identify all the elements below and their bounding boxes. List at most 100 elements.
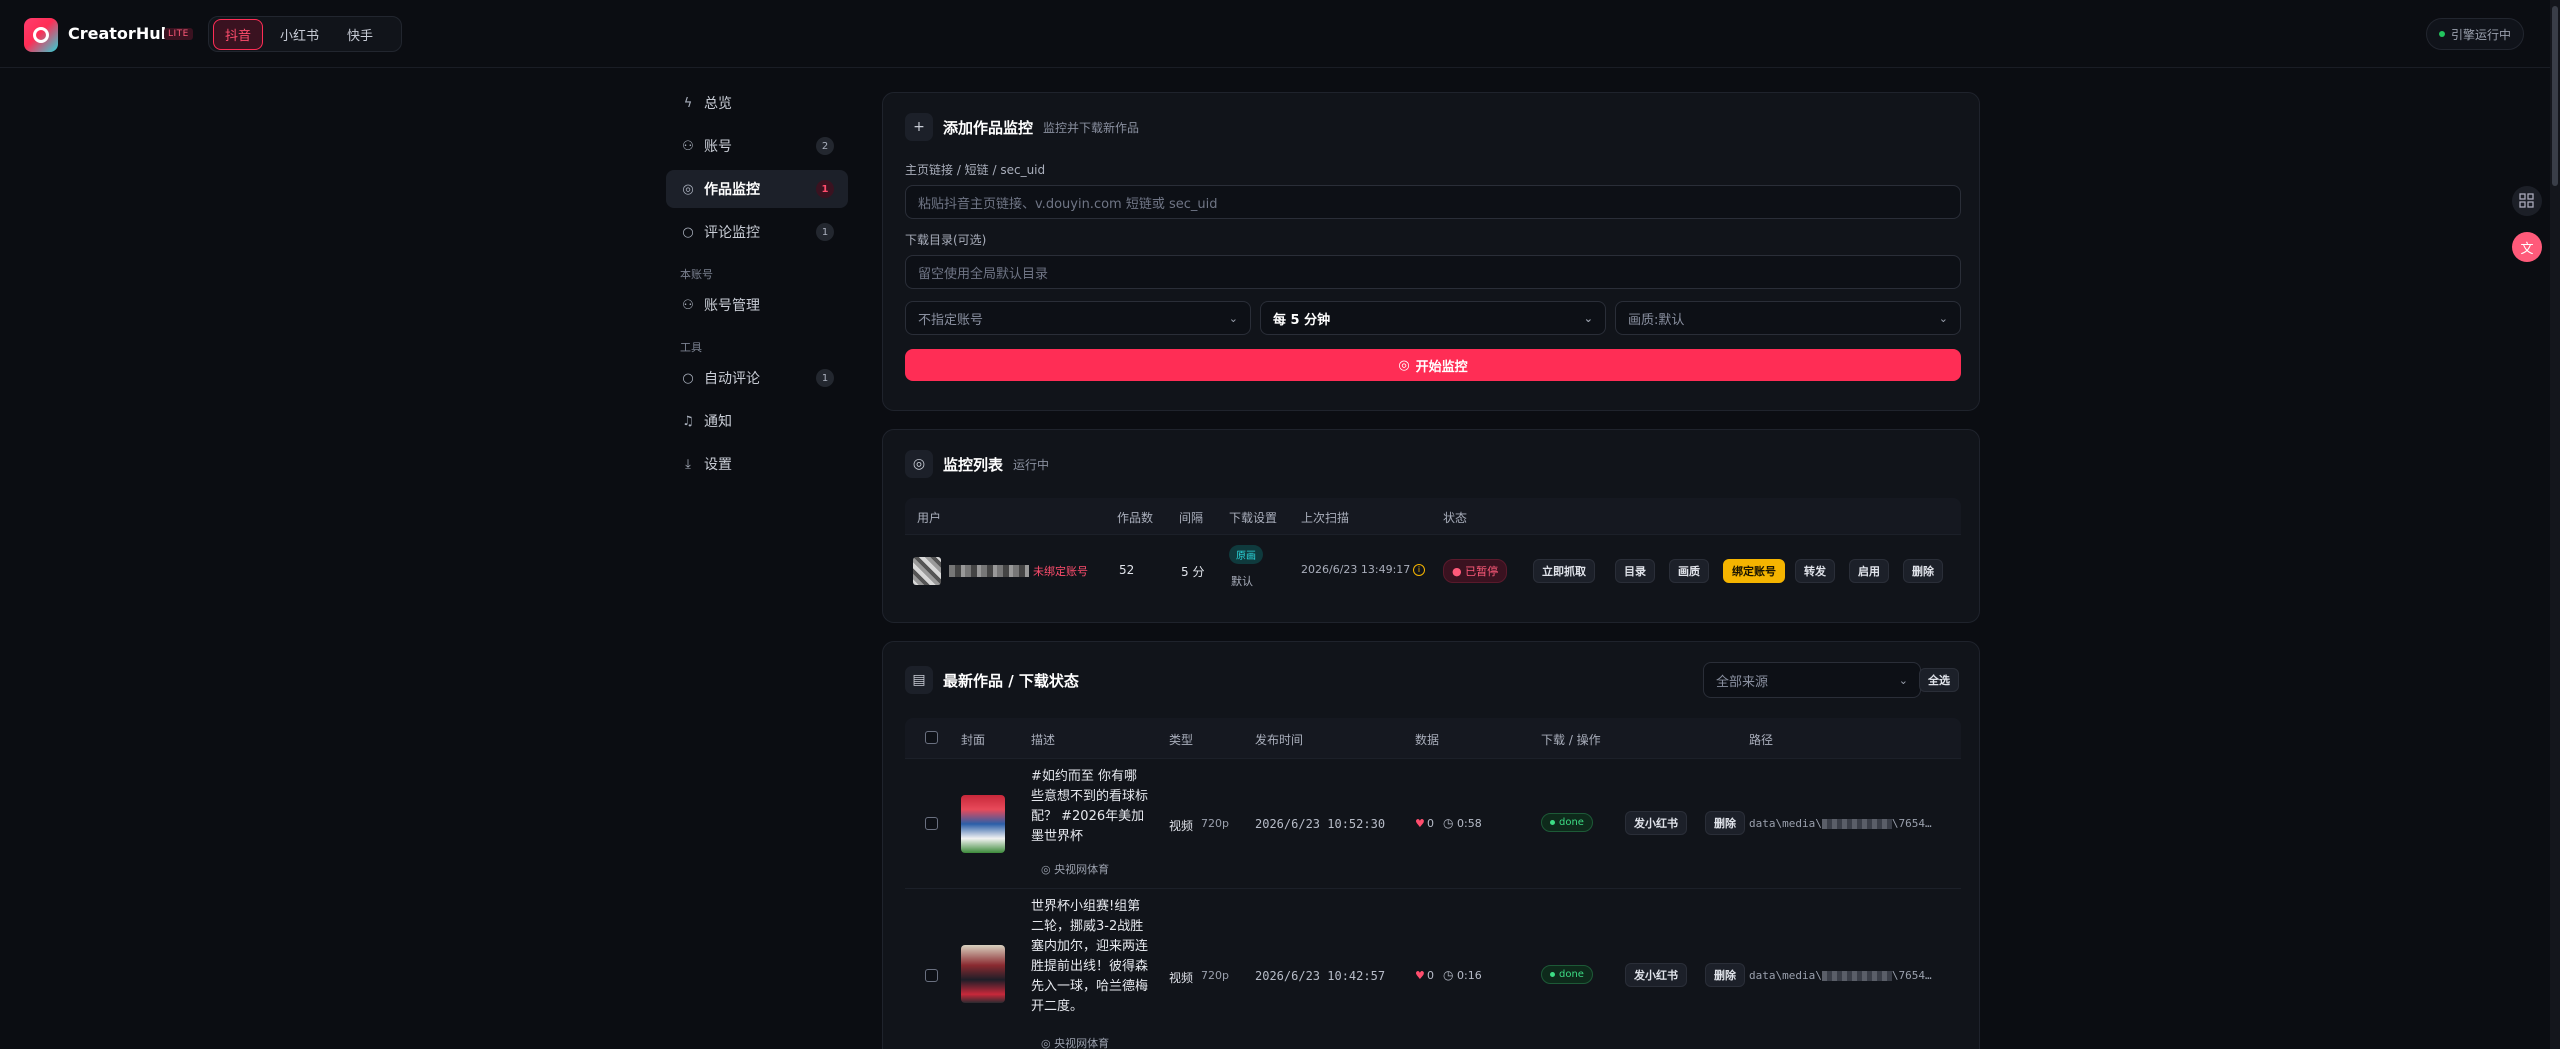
engine-status-label: 引擎运行中: [2450, 27, 2511, 42]
col-user: 用户: [917, 511, 942, 525]
platform-tabs: 抖音 小红书 快手: [208, 16, 402, 52]
sidebar-item-notify[interactable]: ♫ 通知: [666, 402, 848, 440]
account-select[interactable]: 不指定账号 ⌄: [905, 301, 1251, 335]
user-icon: ⚇: [682, 138, 694, 154]
sidebar-item-accounts[interactable]: ⚇ 账号 2: [666, 127, 848, 165]
bind-account-button[interactable]: 绑定账号: [1723, 559, 1785, 583]
work-description: #如约而至 你有哪些意想不到的看球标配？ #2026年美加墨世界杯: [1031, 769, 1149, 844]
col-interval: 间隔: [1179, 511, 1204, 525]
file-path: data\media\ \7654…: [1749, 817, 1932, 830]
brand-name: CreatorHub: [68, 24, 173, 43]
source-select[interactable]: 全部来源 ⌄: [1703, 662, 1921, 698]
sidebar-item-works-monitor[interactable]: ◎ 作品监控 1: [666, 170, 848, 208]
quality-select[interactable]: 画质:默认 ⌄: [1615, 301, 1961, 335]
work-quality: 720p: [1201, 969, 1229, 982]
col-cover: 封面: [961, 733, 986, 747]
sidebar-item-label: 账号: [704, 139, 732, 155]
count-badge: 1: [816, 369, 834, 387]
select-value: 画质:默认: [1628, 312, 1685, 328]
like-count: 0: [1427, 817, 1434, 830]
count-badge: 2: [816, 137, 834, 155]
sidebar-item-overview[interactable]: ϟ 总览: [666, 84, 848, 122]
col-last-scan: 上次扫描: [1301, 511, 1350, 525]
col-path: 路径: [1749, 733, 1774, 747]
apps-grid-icon[interactable]: [2512, 186, 2542, 216]
sidebar-item-auto-comment[interactable]: ○ 自动评论 1: [666, 359, 848, 397]
col-type: 类型: [1169, 733, 1194, 747]
work-type: 视频: [1169, 819, 1194, 833]
select-all-button[interactable]: 全选: [1919, 668, 1959, 692]
tab-xiaohongshu[interactable]: 小红书: [269, 20, 330, 49]
heart-icon: ♥: [1415, 817, 1425, 830]
work-type: 视频: [1169, 971, 1194, 985]
sidebar-item-comment-monitor[interactable]: ○ 评论监控 1: [666, 213, 848, 251]
clock-icon: ◷: [1443, 968, 1454, 982]
add-monitor-card: + 添加作品监控 监控并下载新作品 主页链接 / 短链 / sec_uid 粘贴…: [882, 92, 1980, 411]
app-logo[interactable]: [24, 18, 58, 52]
url-input[interactable]: 粘贴抖音主页链接、v.douyin.com 短链或 sec_uid: [905, 185, 1961, 219]
col-works: 作品数: [1117, 511, 1154, 525]
cover-image[interactable]: [961, 795, 1005, 853]
status-badge: done: [1541, 813, 1593, 832]
col-stats: 数据: [1415, 733, 1440, 747]
last-scan-time: 2026/6/23 13:49:17: [1301, 563, 1411, 576]
chevron-down-icon: ⌄: [1938, 311, 1948, 325]
tab-douyin[interactable]: 抖音: [213, 18, 264, 50]
works-table-header: 封面 描述 类型 发布时间 数据 下载 / 操作 路径: [905, 718, 1961, 758]
delete-button[interactable]: 删除: [1705, 811, 1745, 835]
works-card: ▤ 最新作品 / 下载状态 全部来源 ⌄ 全选 封面 描述 类型 发布时间 数据…: [882, 641, 1980, 1049]
post-xiaohongshu-button[interactable]: 发小红书: [1625, 811, 1687, 835]
plus-icon: +: [905, 113, 933, 141]
sidebar-item-settings[interactable]: ⤓ 设置: [666, 445, 848, 483]
enable-button[interactable]: 启用: [1849, 559, 1889, 583]
card-title: 监控列表: [943, 455, 1004, 474]
sidebar-item-label: 通知: [704, 414, 732, 430]
target-icon: ◎: [682, 181, 694, 197]
target-icon: ◎: [905, 450, 933, 478]
url-label: 主页链接 / 短链 / sec_uid: [905, 163, 1046, 177]
directory-button[interactable]: 目录: [1615, 559, 1655, 583]
sidebar-item-label: 自动评论: [704, 371, 760, 387]
tab-kuaishou[interactable]: 快手: [336, 20, 384, 49]
page-scrollbar[interactable]: [2550, 0, 2560, 1049]
comment-icon: ○: [682, 370, 694, 386]
quality-button[interactable]: 画质: [1669, 559, 1709, 583]
row-checkbox[interactable]: [925, 817, 938, 830]
count-badge: 1: [816, 180, 834, 198]
sidebar-item-label: 账号管理: [704, 298, 760, 314]
interval-select[interactable]: 每 5 分钟 ⌄: [1260, 301, 1606, 335]
sidebar: ϟ 总览 ⚇ 账号 2 ◎ 作品监控 1 ○ 评论监控 1 本账号 ⚇ 账号管理…: [666, 84, 848, 488]
table-row: 世界杯小组赛!组第二轮，挪威3-2战胜塞内加尔，迎来两连胜提前出线！彼得森先入一…: [905, 888, 1961, 1049]
file-path: data\media\ \7654…: [1749, 969, 1932, 982]
select-value: 每 5 分钟: [1273, 312, 1331, 328]
forward-button[interactable]: 转发: [1795, 559, 1835, 583]
row-checkbox[interactable]: [925, 969, 938, 982]
film-icon: ▤: [905, 666, 933, 694]
user-icon: ⚇: [682, 297, 694, 313]
engine-status-badge: 引擎运行中: [2425, 18, 2524, 50]
delete-button[interactable]: 删除: [1903, 559, 1943, 583]
dir-label: 下载目录(可选): [905, 233, 987, 247]
start-monitor-button[interactable]: ◎ 开始监控: [905, 349, 1961, 381]
chevron-down-icon: ⌄: [1583, 311, 1593, 325]
cover-image[interactable]: [961, 945, 1005, 1003]
info-icon[interactable]: i: [1413, 564, 1425, 576]
sidebar-item-account-manage[interactable]: ⚇ 账号管理: [666, 286, 848, 324]
post-xiaohongshu-button[interactable]: 发小红书: [1625, 963, 1687, 987]
fetch-now-button[interactable]: 立即抓取: [1533, 559, 1595, 583]
download-tag: 原画: [1229, 545, 1263, 564]
select-value: 全部来源: [1716, 674, 1769, 690]
delete-button[interactable]: 删除: [1705, 963, 1745, 987]
heart-icon: ♥: [1415, 969, 1425, 982]
target-icon: ◎: [1398, 357, 1410, 373]
unbound-tag: 未绑定账号: [1033, 565, 1088, 578]
sidebar-item-label: 评论监控: [704, 225, 760, 241]
col-publish-time: 发布时间: [1255, 733, 1304, 747]
select-all-checkbox[interactable]: [925, 731, 938, 744]
comment-icon: ○: [682, 224, 694, 240]
status-badge: ● 已暂停: [1443, 559, 1508, 583]
status-dot-icon: [2438, 31, 2445, 37]
col-download: 下载设置: [1229, 511, 1278, 525]
dir-input[interactable]: 留空使用全局默认目录: [905, 255, 1961, 289]
translate-icon[interactable]: 文: [2512, 232, 2542, 262]
